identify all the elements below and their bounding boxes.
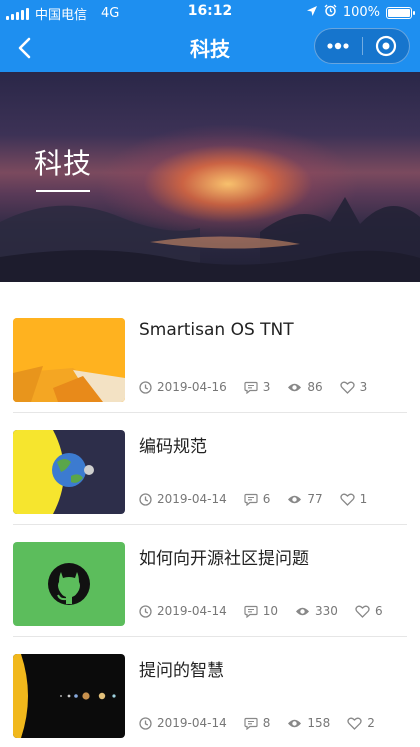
banner-title-underline [36,190,90,192]
article-title: Smartisan OS TNT [139,320,294,340]
view-count: 77 [307,492,323,506]
article-title: 提问的智慧 [139,661,224,681]
heart-icon [347,717,362,730]
comment-count: 8 [262,716,271,730]
like-count: 3 [359,380,368,394]
battery-icon [386,6,415,19]
like-count: 6 [374,604,383,618]
comment-icon [244,717,258,730]
article-date: 2019-04-14 [157,492,227,506]
article-item[interactable]: 编码规范 2019-04-14 6 77 1 [0,412,420,525]
clock-icon [139,604,152,618]
eye-icon [288,383,302,391]
article-thumbnail [13,542,125,626]
article-item[interactable]: 提问的智慧 2019-04-14 8 158 2 [0,636,420,747]
clock-icon [139,380,152,394]
status-bar: 中国电信 4G 16:12 100% [0,0,420,24]
article-item[interactable]: Smartisan OS TNT 2019-04-16 3 86 3 [0,300,420,413]
comment-icon [244,605,258,618]
battery-percent: 100% [342,5,380,20]
article-meta: 2019-04-14 8 158 2 [139,716,392,730]
close-mini-program-button[interactable] [363,29,410,63]
comment-count: 6 [262,492,271,506]
article-meta: 2019-04-14 6 77 1 [139,492,384,506]
view-count: 158 [307,716,331,730]
eye-icon [288,719,302,727]
article-meta: 2019-04-16 3 86 3 [139,380,384,394]
clock-icon [139,492,152,506]
status-right: 100% [306,4,415,21]
article-thumbnail [13,430,125,514]
article-date: 2019-04-16 [157,380,227,394]
alarm-icon [324,4,337,21]
category-banner: 科技 [0,72,420,282]
heart-icon [355,605,370,618]
heart-icon [340,381,355,394]
like-count: 1 [359,492,368,506]
comment-count: 10 [262,604,279,618]
top-bar: 中国电信 4G 16:12 100% 科技 [0,0,420,72]
chevron-left-icon [18,37,31,59]
banner-title: 科技 [34,147,93,180]
clock-icon [139,716,152,730]
location-arrow-icon [306,5,318,21]
article-title: 如何向开源社区提问题 [139,549,309,569]
mini-program-capsule [314,28,410,64]
target-circle-icon [375,35,396,57]
more-dots-icon [327,42,349,50]
back-button[interactable] [6,30,42,66]
article-thumbnail [13,654,125,738]
article-date: 2019-04-14 [157,716,227,730]
more-button[interactable] [315,29,362,63]
article-meta: 2019-04-14 10 330 6 [139,604,400,618]
view-count: 330 [315,604,338,618]
comment-icon [244,493,258,506]
like-count: 2 [367,716,375,730]
heart-icon [340,493,355,506]
view-count: 86 [307,380,323,394]
eye-icon [288,495,302,503]
eye-icon [296,607,310,615]
comment-count: 3 [262,380,271,394]
nav-bar: 科技 [0,24,420,72]
article-item[interactable]: 如何向开源社区提问题 2019-04-14 10 330 6 [0,524,420,637]
comment-icon [244,381,258,394]
article-thumbnail [13,318,125,402]
article-title: 编码规范 [139,437,207,457]
article-date: 2019-04-14 [157,604,227,618]
